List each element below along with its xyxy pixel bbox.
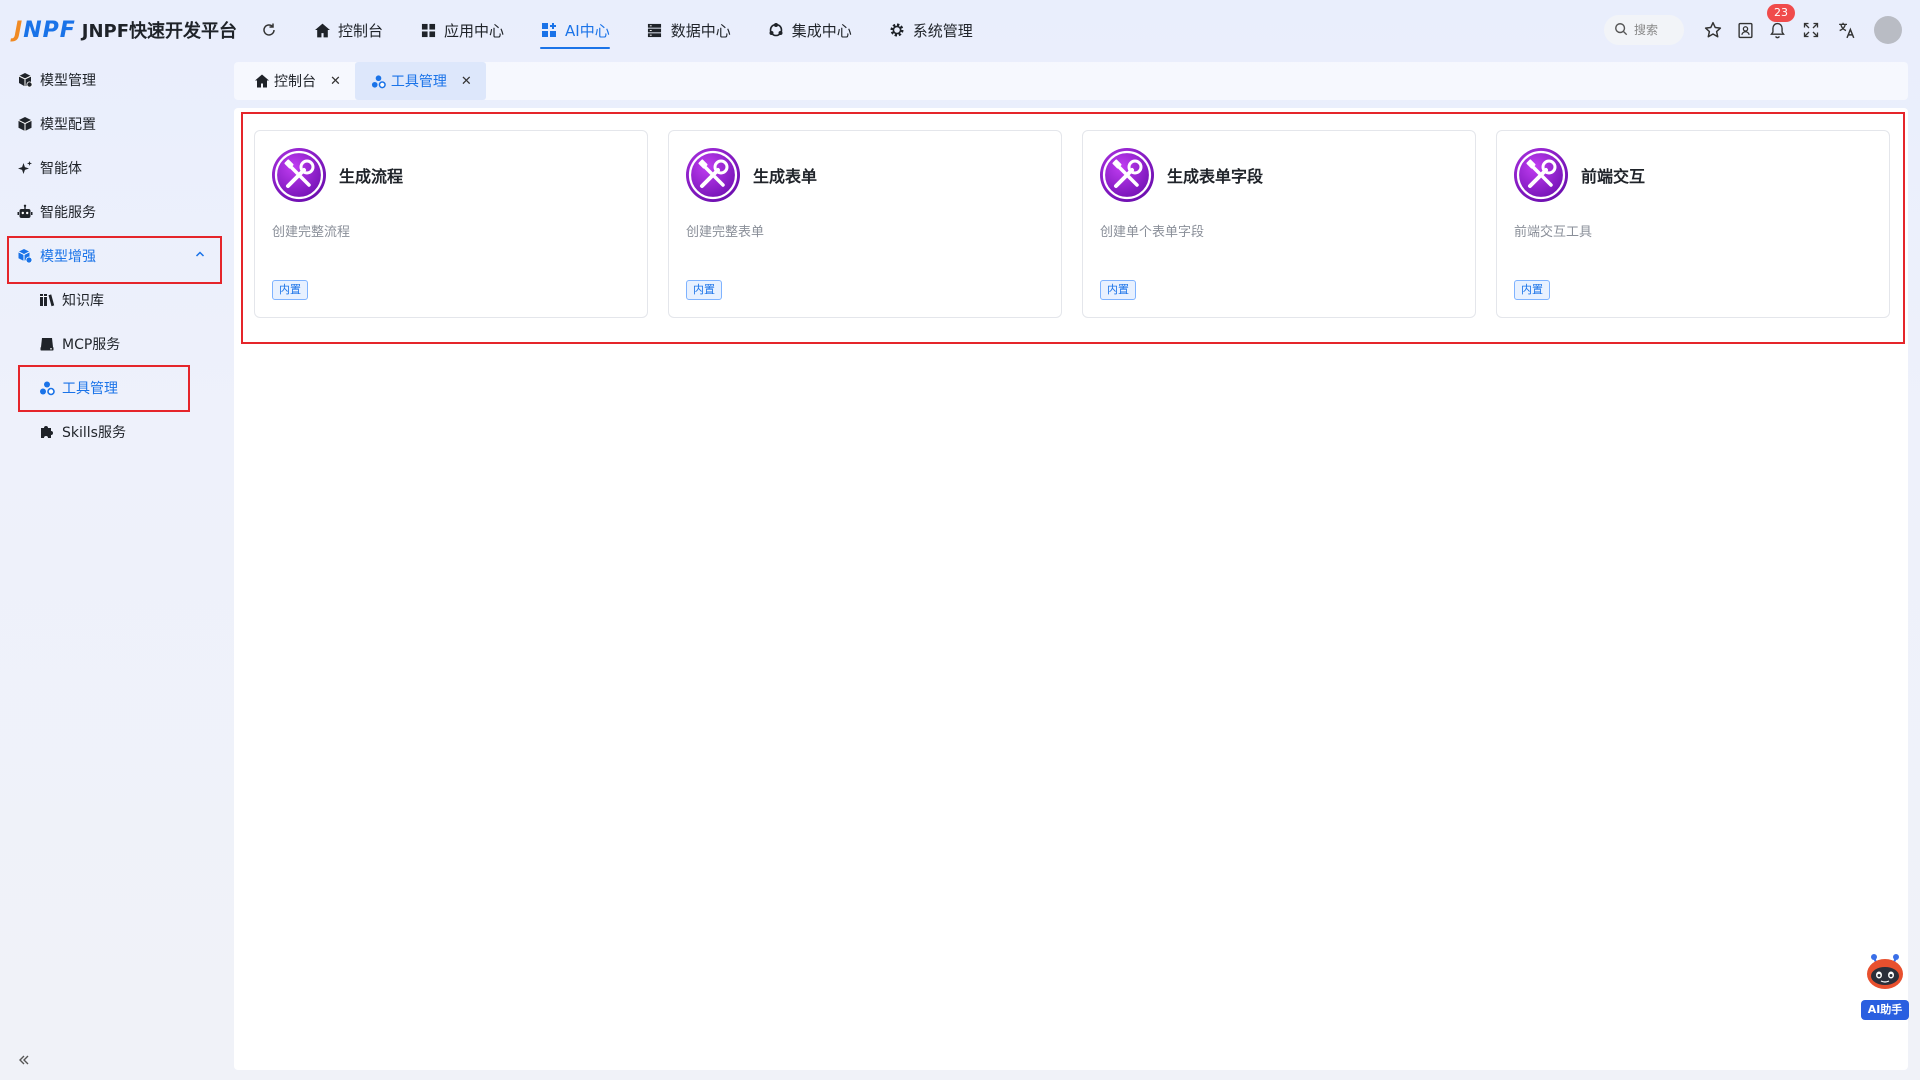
close-icon[interactable]: ✕: [461, 74, 472, 89]
nav-item-data-center[interactable]: 数据中心: [628, 0, 749, 60]
sparkle-icon: [16, 159, 34, 177]
sidebar-item-agent[interactable]: 智能体: [8, 148, 220, 188]
library-icon: [38, 291, 56, 309]
sidebar-item-mcp-service[interactable]: MCP服务: [18, 324, 188, 364]
notification-bell-icon[interactable]: 23: [1766, 4, 1795, 41]
notification-badge: 23: [1767, 4, 1795, 22]
search-icon: [1614, 22, 1628, 39]
app-logo[interactable]: JNPF JNPF快速开发平台: [14, 17, 237, 43]
gear-icon: [888, 21, 906, 39]
ai-assistant-button[interactable]: AI助手: [1860, 952, 1910, 1022]
tools-cluster-icon: [371, 73, 387, 89]
tools-cluster-icon: [38, 379, 56, 397]
contact-card-icon[interactable]: [1734, 19, 1756, 41]
page-tabs: 控制台 ✕ 工具管理 ✕: [234, 62, 1908, 100]
nav-item-system-admin[interactable]: 系统管理: [870, 0, 991, 60]
ai-robot-icon: [1867, 954, 1903, 989]
top-header: JNPF JNPF快速开发平台 控制台 应用中心 AI中心 数据中心 集成中心 …: [0, 0, 1920, 60]
sidebar-item-model-enhance[interactable]: 模型增强: [8, 236, 220, 276]
nav-item-app-center[interactable]: 应用中心: [401, 0, 522, 60]
chevron-up-icon: [194, 248, 206, 264]
close-icon[interactable]: ✕: [330, 74, 341, 89]
puzzle-icon: [38, 423, 56, 441]
sidebar-item-skills-service[interactable]: Skills服务: [18, 412, 188, 452]
tab-tool-management[interactable]: 工具管理 ✕: [354, 62, 486, 100]
collapse-sidebar-icon[interactable]: [16, 1052, 32, 1068]
main-nav: 控制台 应用中心 AI中心 数据中心 集成中心 系统管理: [295, 0, 991, 60]
ai-assistant-label: AI助手: [1861, 1000, 1909, 1020]
fullscreen-icon[interactable]: [1800, 19, 1822, 41]
cube-icon: [16, 115, 34, 133]
translate-icon[interactable]: [1836, 19, 1858, 41]
robot-icon: [16, 203, 34, 221]
sidebar: 模型管理 模型配置 智能体 智能服务 模型增强 知识库 MCP服务 工具管理 S…: [0, 60, 226, 1080]
star-icon[interactable]: [1702, 19, 1724, 41]
server-icon: [38, 335, 56, 353]
model-enhance-icon: [16, 247, 34, 265]
tab-dashboard[interactable]: 控制台 ✕: [238, 62, 355, 100]
model-cubes-icon: [16, 71, 34, 89]
nav-item-ai-center[interactable]: AI中心: [522, 0, 628, 60]
logo-mark: JNPF: [14, 17, 76, 43]
highlight-outline-tool-cards: [241, 112, 1905, 344]
sidebar-item-smart-service[interactable]: 智能服务: [8, 192, 220, 232]
avatar[interactable]: [1874, 16, 1902, 44]
nav-item-dashboard[interactable]: 控制台: [295, 0, 401, 60]
search-input[interactable]: [1634, 23, 1678, 37]
home-icon: [313, 21, 331, 39]
database-icon: [646, 21, 664, 39]
grid-icon: [419, 21, 437, 39]
refresh-icon[interactable]: [259, 20, 279, 40]
sidebar-item-knowledge-base[interactable]: 知识库: [18, 280, 188, 320]
sidebar-item-model-management[interactable]: 模型管理: [8, 60, 220, 100]
global-search[interactable]: [1604, 15, 1684, 45]
sidebar-item-model-config[interactable]: 模型配置: [8, 104, 220, 144]
integration-icon: [767, 21, 785, 39]
nav-item-integration-center[interactable]: 集成中心: [749, 0, 870, 60]
header-tools: 23: [1604, 0, 1902, 60]
sidebar-item-tool-management[interactable]: 工具管理: [18, 368, 188, 408]
home-icon: [254, 73, 270, 89]
apps-plus-icon: [540, 21, 558, 39]
app-title: JNPF快速开发平台: [81, 21, 238, 42]
